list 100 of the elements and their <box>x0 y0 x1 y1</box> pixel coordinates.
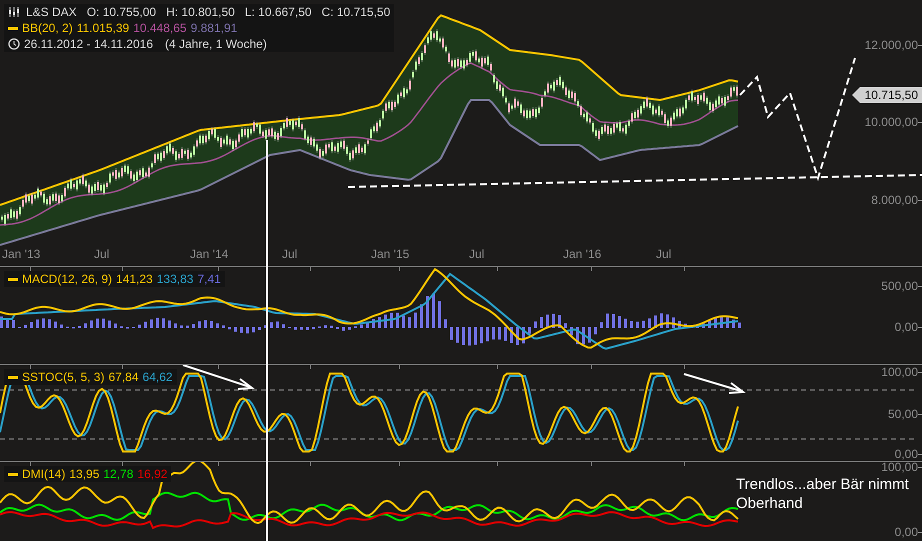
ohlc-value: L: 10.667,50 <box>244 5 312 19</box>
histogram-bar <box>594 327 597 334</box>
histogram-bar <box>618 316 621 328</box>
y-axis-label: 8.000,00 <box>871 193 918 207</box>
histogram-bar <box>588 327 591 343</box>
duration-text: (4 Jahre, 1 Woche) <box>165 37 267 51</box>
histogram-bar <box>384 314 387 328</box>
histogram-bar <box>366 322 369 328</box>
histogram-bar <box>498 327 501 340</box>
histogram-bar <box>234 327 237 332</box>
indicator-value: 9.881,91 <box>190 21 238 35</box>
histogram-bar <box>294 327 297 330</box>
legend-dash-icon <box>8 26 18 30</box>
histogram-bar <box>174 323 177 328</box>
histogram-bar <box>306 327 309 330</box>
histogram-bar <box>348 327 351 330</box>
x-axis-label: Jan '15 <box>371 247 410 261</box>
annotation-text: Trendlos...aber Bär nimmt Oberhand <box>736 475 910 513</box>
histogram-bar <box>162 318 165 328</box>
ohlc-value: O: 10.755,00 <box>86 5 156 19</box>
x-axis-label: Jul <box>282 247 298 261</box>
indicator-value: 7,41 <box>197 272 221 286</box>
histogram-bar <box>420 304 423 328</box>
histogram-bar <box>468 327 471 346</box>
histogram-bar <box>6 318 9 328</box>
histogram-bar <box>558 315 561 328</box>
histogram-bar <box>324 325 327 328</box>
histogram-bar <box>90 320 93 328</box>
histogram-bar <box>612 314 615 328</box>
indicator-name: MACD(12, 26, 9) <box>22 272 112 286</box>
histogram-bar <box>528 327 531 334</box>
arrow <box>684 373 746 394</box>
clock-icon <box>8 38 20 50</box>
histogram-bar <box>396 312 399 328</box>
x-axis-label: Jul <box>94 247 110 261</box>
histogram-bar <box>240 327 243 333</box>
histogram-bar <box>84 323 87 328</box>
histogram-bar <box>540 317 543 328</box>
histogram-bar <box>330 326 333 328</box>
x-axis-label: Jul <box>469 247 484 261</box>
histogram-bar <box>600 322 603 328</box>
histogram-bar <box>270 322 273 328</box>
histogram-bar <box>504 327 507 341</box>
histogram-bar <box>12 320 15 328</box>
histogram-bar <box>390 312 393 328</box>
histogram-bar <box>48 319 51 328</box>
indicator-value: 10.448,65 <box>133 21 187 35</box>
histogram-bar <box>714 318 717 328</box>
histogram-bar <box>672 317 675 328</box>
histogram-bar <box>408 317 411 328</box>
histogram-bar <box>516 327 519 346</box>
histogram-bar <box>42 318 45 328</box>
histogram-bar <box>216 323 219 328</box>
histogram-bar <box>510 327 513 344</box>
histogram-bar <box>342 327 345 331</box>
histogram-bar <box>432 294 435 328</box>
histogram-bar <box>36 319 39 328</box>
x-axis-label: Jan '16 <box>563 247 602 261</box>
histogram-bar <box>156 318 159 328</box>
histogram-bar <box>642 320 645 328</box>
indicator-name: BB(20, 2) <box>22 21 73 35</box>
histogram-bar <box>60 324 63 328</box>
histogram-bar <box>312 327 315 330</box>
histogram-bar <box>54 322 57 328</box>
ohlc-value: H: 10.801,50 <box>166 5 235 19</box>
indicator-value: 11.015,39 <box>76 21 130 35</box>
y-axis-label: 100,00 <box>881 365 918 379</box>
indicator-name: SSTOC(5, 5, 3) <box>22 370 104 384</box>
histogram-bar <box>450 327 453 340</box>
legend-dash-icon <box>8 376 18 378</box>
histogram-bar <box>108 320 111 328</box>
histogram-bar <box>300 327 303 330</box>
y-axis-label: 100,00 <box>881 460 918 474</box>
y-axis-label: 10.000,00 <box>864 115 918 129</box>
histogram-bar <box>102 318 105 328</box>
histogram-bar <box>30 322 33 328</box>
histogram-bar <box>372 319 375 328</box>
x-axis-label: Jul <box>656 247 672 261</box>
indicator-name: DMI(14) <box>22 467 66 481</box>
histogram-bar <box>192 324 195 328</box>
histogram-bar <box>138 324 141 328</box>
date-range: 26.11.2012 - 14.11.2016 <box>24 37 153 51</box>
indicator-value: 141,23 <box>116 272 153 286</box>
indicator-value: 67,84 <box>108 370 139 384</box>
histogram-bar <box>258 327 261 330</box>
histogram-bar <box>576 327 579 344</box>
histogram-bar <box>150 319 153 328</box>
symbol-name: L&S DAX <box>26 5 77 19</box>
histogram-bar <box>222 325 225 328</box>
histogram-bar <box>186 326 189 328</box>
histogram-bar <box>702 324 705 328</box>
histogram-bar <box>402 316 405 328</box>
histogram-bar <box>546 314 549 328</box>
ohlc-value: C: 10.715,50 <box>322 5 390 19</box>
legend-dash-icon <box>8 472 18 476</box>
histogram-bar <box>666 314 669 328</box>
chart-bars-icon <box>8 6 20 18</box>
histogram-bar <box>720 316 723 328</box>
histogram-bar <box>474 327 477 345</box>
indicator-value: 12,78 <box>103 467 134 481</box>
